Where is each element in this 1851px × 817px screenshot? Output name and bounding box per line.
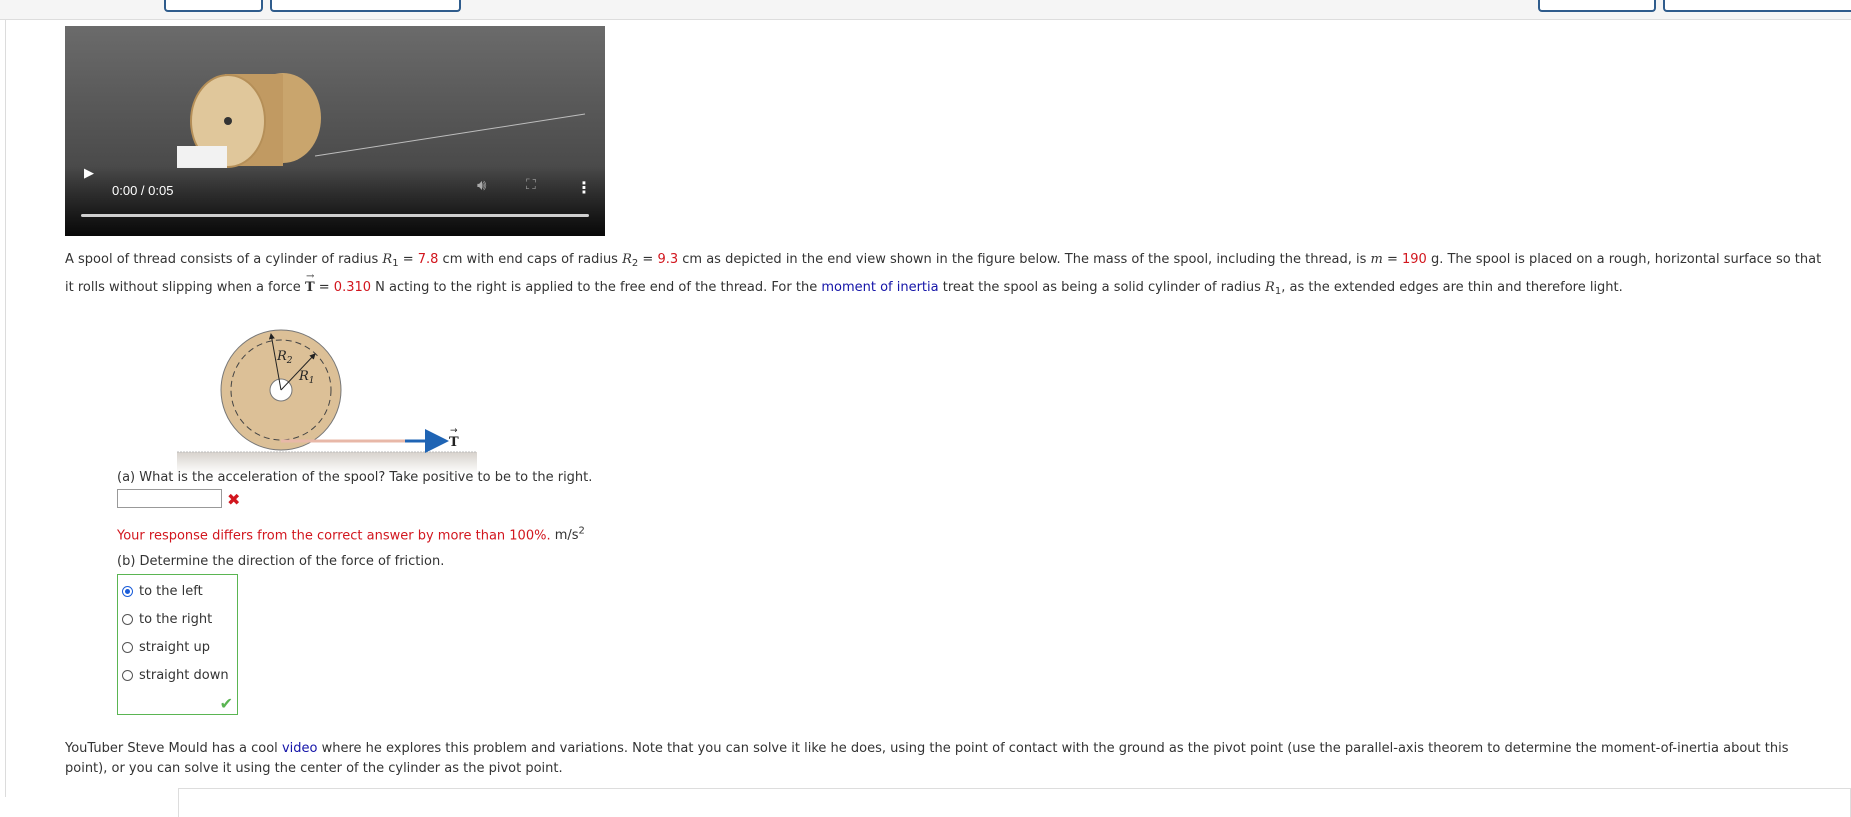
video-player[interactable]: ▶ 0:00 / 0:05 🔊︎ ⛶ ⋮ — [65, 26, 605, 236]
volume-icon[interactable]: 🔊︎ — [477, 176, 486, 194]
radio-icon[interactable] — [122, 614, 133, 625]
mass-value: 190 — [1402, 252, 1427, 267]
option-straight-down[interactable]: straight down — [122, 668, 229, 683]
toolbar-button-3[interactable] — [1538, 0, 1656, 12]
toolbar-button-2[interactable] — [270, 0, 461, 12]
video-controls — [65, 166, 605, 236]
toolbar-button-1[interactable] — [164, 0, 263, 12]
footer-note: YouTuber Steve Mould has a cool video wh… — [65, 741, 1789, 776]
acceleration-input[interactable] — [117, 489, 222, 508]
t-vector-arrow-icon: → — [450, 426, 458, 436]
check-mark-icon: ✔ — [219, 694, 233, 713]
friction-direction-choices: to the left to the right straight up str… — [117, 574, 238, 715]
r1-value: 7.8 — [417, 252, 439, 267]
x-mark-icon: ✖ — [227, 490, 241, 509]
r2-value: 9.3 — [657, 252, 679, 267]
video-link[interactable]: video — [282, 741, 318, 756]
part-a-feedback: Your response differs from the correct a… — [117, 526, 585, 544]
t-vector: → T — [304, 271, 315, 295]
part-b-question: (b) Determine the direction of the force… — [117, 554, 445, 569]
video-time: 0:00 / 0:05 — [112, 183, 174, 198]
radio-icon[interactable] — [122, 642, 133, 653]
play-icon[interactable]: ▶ — [84, 166, 94, 181]
toolbar-button-4[interactable] — [1663, 0, 1851, 12]
left-border — [5, 20, 6, 797]
option-to-the-left[interactable]: to the left — [122, 584, 203, 599]
fullscreen-icon[interactable]: ⛶ — [526, 177, 536, 193]
acceleration-unit: m/s2 — [554, 526, 585, 544]
radio-icon[interactable] — [122, 670, 133, 681]
force-value: 0.310 — [333, 280, 372, 295]
top-toolbar — [0, 0, 1851, 20]
next-section-box — [178, 788, 1851, 817]
option-to-the-right[interactable]: to the right — [122, 612, 212, 627]
option-straight-up[interactable]: straight up — [122, 640, 210, 655]
spool-figure: R2 R1 T → — [175, 310, 485, 484]
moment-of-inertia-link[interactable]: moment of inertia — [821, 280, 938, 295]
radio-selected-icon[interactable] — [122, 586, 133, 597]
t-label: T — [449, 435, 459, 450]
spool-diagram: R2 R1 T → — [177, 329, 477, 474]
part-a-question: (a) What is the acceleration of the spoo… — [117, 470, 593, 485]
problem-line-2: it rolls without slipping when a force →… — [65, 271, 1851, 306]
video-progress-bar[interactable] — [81, 214, 589, 217]
more-vertical-icon[interactable]: ⋮ — [576, 178, 592, 197]
